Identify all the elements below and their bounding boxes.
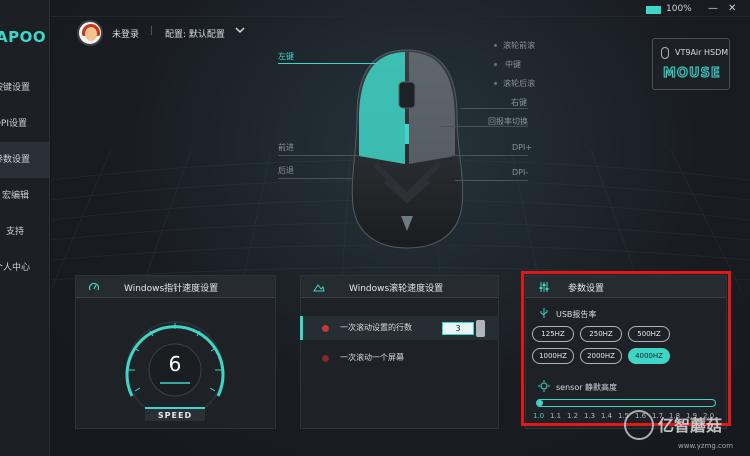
sidebar-item-label: DPI设置 — [0, 119, 28, 129]
sidebar-item-label: 按键设置 — [0, 83, 31, 93]
label-dpi-minus[interactable]: DPI- — [512, 168, 528, 177]
top-divider — [51, 16, 750, 17]
battery-level: 100% — [666, 4, 692, 14]
sidebar-item-macro-editor[interactable]: 宏编辑 — [0, 178, 50, 214]
sidebar-item-profile[interactable]: 个人中心 — [0, 250, 50, 286]
config-selector[interactable]: 配置: 默认配置 — [165, 27, 225, 40]
sidebar-item-parameter-settings[interactable]: 参数设置 — [0, 142, 50, 178]
stepper-arrows-icon[interactable] — [476, 320, 485, 337]
leader-back — [278, 178, 353, 179]
panel-title: Windows滚轮速度设置 — [349, 284, 444, 294]
label-back[interactable]: 后退 — [278, 165, 294, 176]
lines-stepper-input[interactable]: 3 — [442, 322, 474, 335]
device-card[interactable]: VT9Air HSDM MOUSE — [652, 38, 730, 90]
sidebar-item-button-settings[interactable]: 按键设置 — [0, 70, 50, 106]
label-forward[interactable]: 前进 — [278, 142, 294, 153]
watermark-url: www.yzmg.com — [678, 442, 734, 450]
highlight-frame — [521, 271, 731, 426]
device-type: MOUSE — [663, 66, 721, 82]
avatar-face — [85, 27, 97, 41]
close-button[interactable]: ✕ — [728, 3, 736, 14]
label-left-click[interactable]: 左键 — [278, 51, 294, 62]
watermark-logo — [624, 410, 654, 440]
sidebar-item-label: 支持 — [6, 227, 25, 237]
mouse-icon — [661, 47, 669, 59]
panel-title: Windows指针速度设置 — [124, 284, 219, 294]
leader-left-click — [278, 63, 378, 64]
speedometer-icon — [88, 282, 100, 291]
leader-dpi-minus — [455, 180, 528, 181]
label-dot — [494, 63, 497, 66]
header-separator: | — [150, 26, 154, 36]
watermark-text: 亿智蘑菇 — [658, 416, 723, 435]
sidebar-item-dpi-settings[interactable]: DPI设置 — [0, 106, 50, 142]
device-name: VT9Air HSDM — [675, 48, 729, 57]
login-status[interactable]: 未登录 — [112, 27, 139, 40]
label-dpi-plus[interactable]: DPI+ — [512, 143, 532, 152]
pointer-speed-value: 6 — [168, 352, 182, 376]
panel-header: Windows滚轮速度设置 — [301, 276, 498, 298]
chevron-down-icon[interactable] — [235, 25, 245, 35]
label-scroll-backward[interactable]: 滚轮后滚 — [503, 78, 535, 89]
sidebar-item-label: 宏编辑 — [2, 191, 30, 201]
label-report-rate-switch[interactable]: 回报率切换 — [488, 116, 528, 127]
mountain-icon — [313, 284, 325, 292]
leader-right-click — [460, 108, 528, 109]
sidebar-item-label: 个人中心 — [0, 263, 31, 273]
brand-logo: APOO — [0, 28, 47, 46]
radio-unselected-icon — [322, 355, 329, 362]
speed-label: SPEED — [145, 407, 205, 421]
sidebar: APOO 按键设置 DPI设置 参数设置 宏编辑 支持 个人中心 — [0, 0, 50, 456]
label-dot — [494, 44, 497, 47]
mouse-illustration — [351, 49, 464, 249]
option-label: 一次滚动一个屏幕 — [340, 353, 404, 362]
label-middle-click[interactable]: 中键 — [505, 59, 521, 70]
sidebar-item-support[interactable]: 支持 — [0, 214, 50, 250]
minimize-button[interactable]: — — [708, 3, 718, 14]
label-dot — [494, 82, 497, 85]
radio-selected-icon — [322, 325, 329, 332]
option-label: 一次滚动设置的行数 — [340, 323, 412, 332]
sidebar-item-label: 参数设置 — [0, 155, 31, 165]
label-scroll-forward[interactable]: 滚轮前滚 — [503, 40, 535, 51]
label-right-click[interactable]: 右键 — [511, 97, 527, 108]
avatar[interactable] — [77, 20, 103, 46]
battery-icon — [646, 6, 661, 14]
leader-dpi-plus — [450, 155, 528, 156]
leader-forward — [278, 155, 358, 156]
scroll-option-screen[interactable]: 一次滚动一个屏幕 — [300, 346, 499, 370]
panel-header: Windows指针速度设置 — [76, 276, 275, 298]
